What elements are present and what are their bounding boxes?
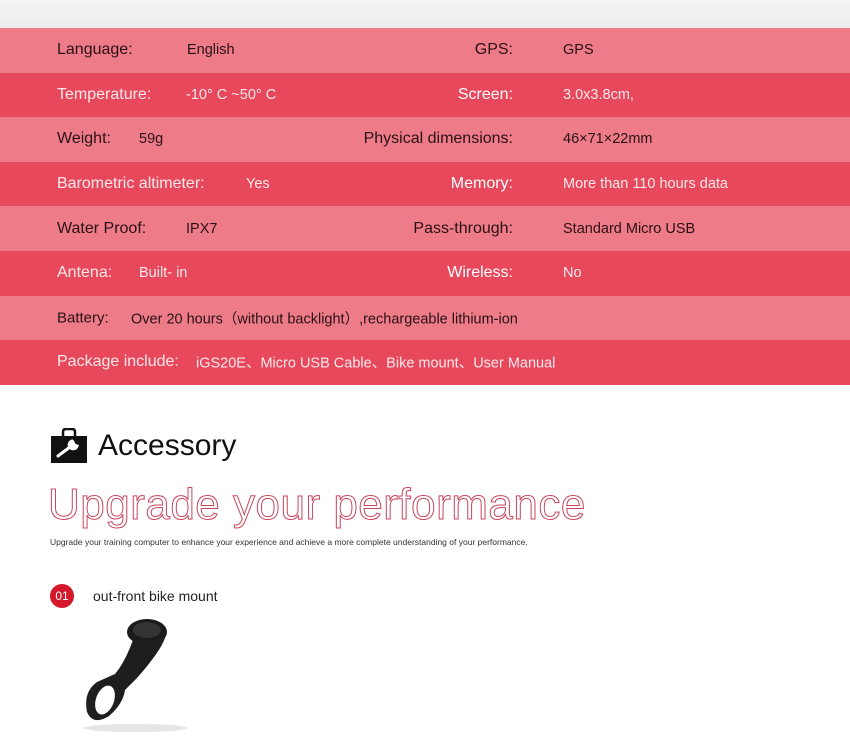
spec-value: No [563,265,582,282]
spec-row-weight: Weight: 59g Physical dimensions: 46×71×2… [0,117,850,162]
spec-value: 46×71×22mm [563,131,653,148]
bike-mount-image [83,619,187,732]
spec-value: -10° C ~50° C [186,86,277,103]
accessory-heading: Accessory [50,428,236,464]
spec-label: Wireless: [447,264,513,282]
item-label: out-front bike mount [93,588,218,604]
spec-row-package: Package include: iGS20E、Micro USB Cable、… [0,340,850,385]
spec-value: Built- in [139,265,188,282]
spec-label: Physical dimensions: [363,130,513,148]
spec-label: Pass-through: [413,219,513,237]
spec-value: English [187,42,235,59]
spec-value: Standard Micro USB [563,220,696,237]
spec-value: IPX7 [186,220,218,237]
spec-value: 3.0x3.8cm, [563,86,634,103]
item-number-badge: 01 [50,584,74,608]
spec-label: Battery: [57,309,109,327]
accessory-title: Accessory [98,429,237,462]
spec-label: Barometric altimeter: [57,175,205,193]
spec-label: Language: [57,41,133,59]
spec-label: Screen: [457,85,513,103]
spec-row-barometric: Barometric altimeter: Yes Memory: More t… [0,161,850,207]
spec-row-antenna: Antena: Built- in Wireless: No [0,250,850,296]
spec-label: Temperature: [57,85,152,103]
headline: Upgrade your performance [48,480,586,530]
spec-value: GPS [563,42,594,59]
toolbox-wrench-icon [51,428,87,463]
spec-value: iGS20E、Micro USB Cable、Bike mount、User M… [196,355,556,372]
spec-value: More than 110 hours data [563,176,728,193]
spec-row-language: Language: English GPS: GPS [0,28,850,73]
spec-label: Memory: [450,175,513,193]
spec-label: Water Proof: [57,219,147,237]
spec-value: Yes [246,176,270,193]
spec-label: Package include: [57,353,179,371]
spec-label: Antena: [57,264,113,282]
spec-row-battery: Battery: Over 20 hours（without backlight… [0,295,850,341]
spec-row-temperature: Temperature: -10° C ~50° C Screen: 3.0x3… [0,72,850,118]
top-band [0,0,850,28]
spec-value: 59g [139,131,164,148]
accessory-item: 01 out-front bike mount [50,584,218,608]
spec-value: Over 20 hours（without backlight）,recharg… [131,311,518,328]
subtitle: Upgrade your training computer to enhanc… [50,537,528,547]
spec-table: Language: English GPS: GPS Temperature: … [0,28,850,385]
spec-label: GPS: [474,41,513,59]
spec-label: Weight: [57,130,111,148]
spec-row-waterproof: Water Proof: IPX7 Pass-through: Standard… [0,206,850,251]
